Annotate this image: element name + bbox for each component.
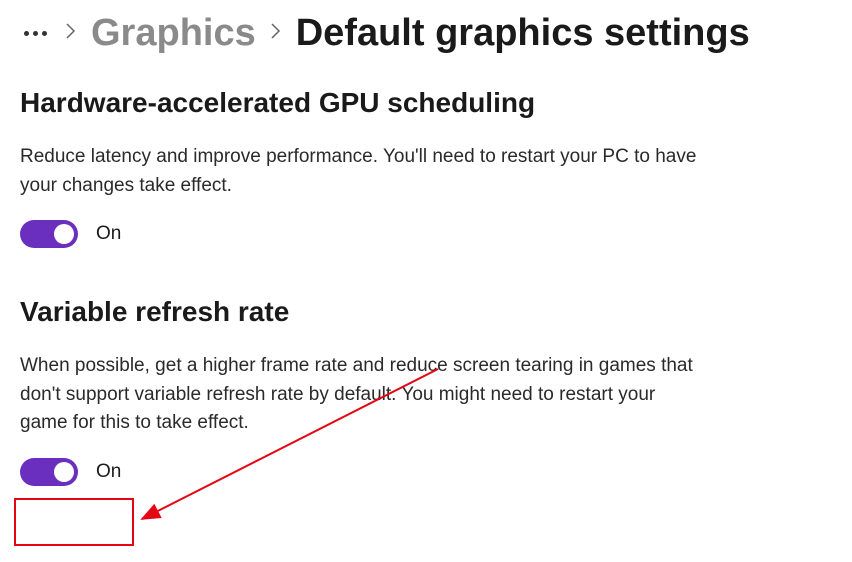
annotation-highlight-box — [14, 498, 134, 546]
toggle-state-label: On — [96, 461, 121, 483]
section-title: Hardware-accelerated GPU scheduling — [20, 87, 832, 119]
breadcrumb-current: Default graphics settings — [296, 12, 750, 55]
more-icon[interactable] — [20, 23, 51, 44]
section-title: Variable refresh rate — [20, 296, 832, 328]
breadcrumb: Graphics Default graphics settings — [0, 0, 852, 55]
chevron-right-icon — [65, 22, 77, 45]
breadcrumb-prev[interactable]: Graphics — [91, 12, 256, 55]
toggle-state-label: On — [96, 223, 121, 245]
toggle-row: On — [20, 458, 832, 486]
section-gpu-scheduling: Hardware-accelerated GPU scheduling Redu… — [20, 87, 832, 248]
section-vrr: Variable refresh rate When possible, get… — [20, 296, 832, 486]
toggle-row: On — [20, 220, 832, 248]
section-description: When possible, get a higher frame rate a… — [20, 352, 700, 438]
chevron-right-icon — [270, 22, 282, 45]
vrr-toggle[interactable] — [20, 458, 78, 486]
section-description: Reduce latency and improve performance. … — [20, 143, 700, 200]
gpu-scheduling-toggle[interactable] — [20, 220, 78, 248]
